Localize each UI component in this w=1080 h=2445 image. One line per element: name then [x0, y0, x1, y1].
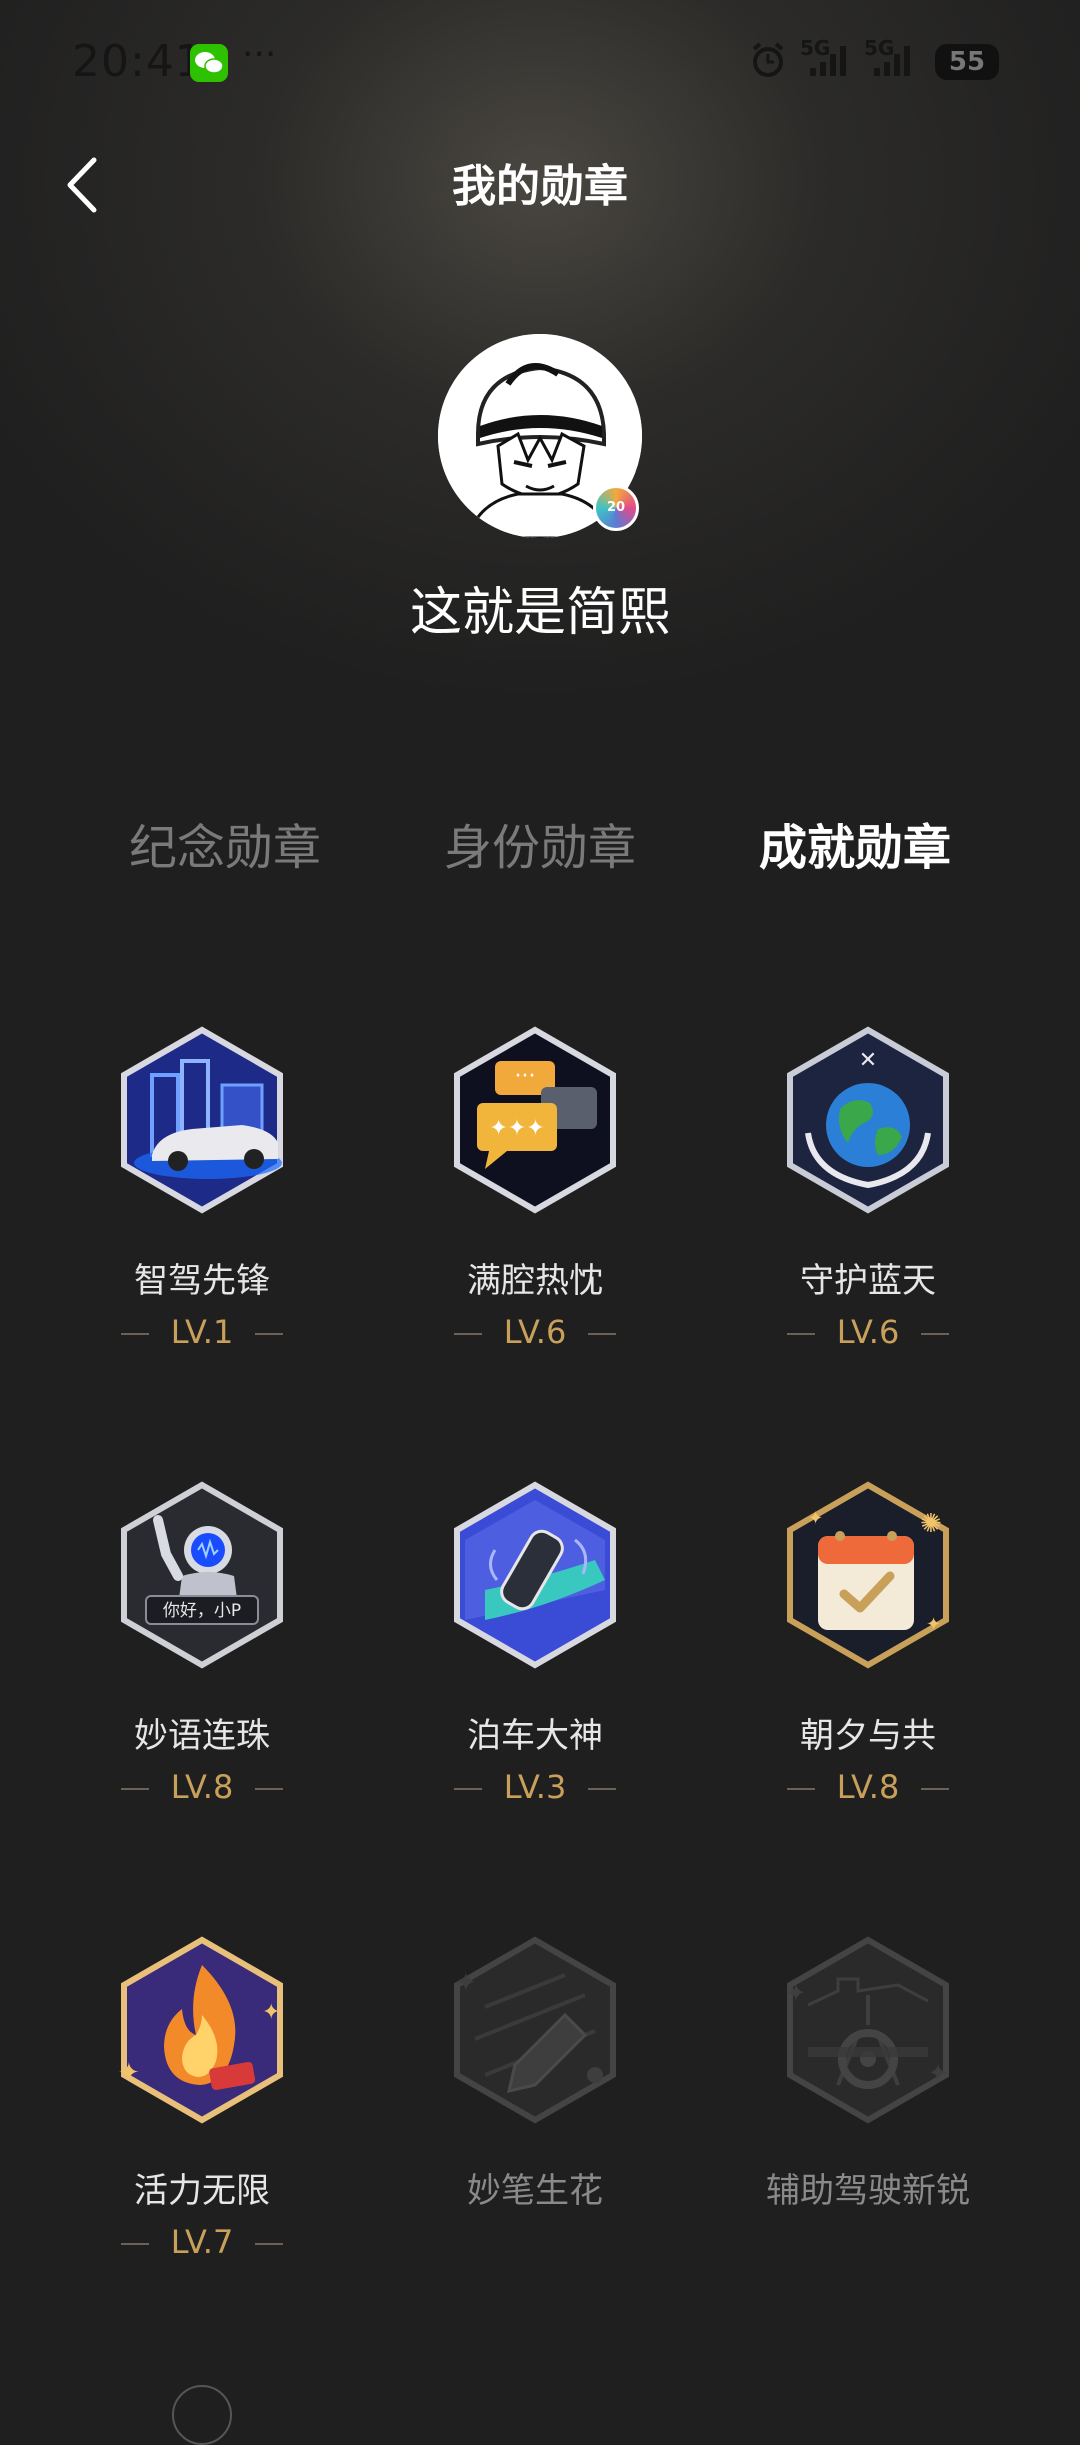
signal-icon-2 — [874, 46, 910, 76]
badge-item[interactable]: 智驾先锋 LV.1 — [37, 1025, 367, 1445]
badge-item[interactable]: ··· ✦✦✦ 满腔热忱 LV.6 — [370, 1025, 700, 1445]
status-time: 20:41 — [72, 36, 204, 87]
badge-item[interactable]: 你好，小P 妙语连珠 LV.8 — [37, 1480, 367, 1900]
status-more-dots: ··· — [242, 34, 277, 75]
battery-icon: 55 — [935, 44, 999, 80]
status-bar: 20:41 ··· 5G 5G 55 — [0, 0, 1080, 125]
svg-text:✦: ✦ — [262, 2000, 280, 2025]
badge-name: 妙语连珠 — [134, 1716, 270, 1756]
smart-driving-car-icon — [121, 1026, 283, 1214]
svg-text:✦: ✦ — [926, 1614, 941, 1635]
tab-commemorative[interactable]: 纪念勋章 — [75, 808, 375, 878]
svg-text:✕: ✕ — [859, 1048, 877, 1073]
svg-text:✦✦✦: ✦✦✦ — [489, 1116, 544, 1141]
badge-name: 智驾先锋 — [134, 1261, 270, 1301]
steering-road-icon: ✦ ✦ — [786, 1936, 949, 2124]
page-title: 我的勋章 — [452, 161, 628, 212]
badge-item[interactable]: ✕ 守护蓝天 LV.6 — [703, 1025, 1033, 1445]
next-row-badge-partial — [172, 2385, 232, 2445]
avatar-anniversary-badge: 20 — [593, 485, 639, 531]
badge-name: 泊车大神 — [467, 1716, 603, 1756]
badge-name: 朝夕与共 — [800, 1716, 936, 1756]
svg-text:✦: ✦ — [808, 1508, 823, 1529]
robot-assistant-icon: 你好，小P — [121, 1481, 283, 1669]
robot-badge-text: 你好，小P — [163, 1601, 241, 1621]
badge-level: LV.3 — [370, 1768, 700, 1806]
earth-hands-icon: ✕ — [787, 1026, 949, 1214]
badge-name: 妙笔生花 — [467, 2171, 603, 2211]
signal-icon — [810, 46, 846, 76]
badge-item-locked[interactable]: ✦ 妙笔生花 — [370, 1935, 700, 2355]
wechat-icon — [190, 44, 228, 82]
badge-level: LV.8 — [37, 1768, 367, 1806]
badge-level: LV.8 — [703, 1768, 1033, 1806]
tab-achievement[interactable]: 成就勋章 — [705, 808, 1005, 878]
tab-identity[interactable]: 身份勋章 — [390, 808, 690, 878]
badge-level: LV.6 — [703, 1313, 1033, 1351]
badge-level: LV.7 — [37, 2223, 367, 2261]
fire-icon: ✦ ✦ — [118, 1936, 283, 2124]
badge-name: 守护蓝天 — [800, 1261, 936, 1301]
badge-level: LV.1 — [37, 1313, 367, 1351]
calendar-check-icon: ✺ ✦ ✦ — [787, 1481, 949, 1669]
parking-car-icon — [454, 1481, 616, 1669]
badge-item-locked[interactable]: ✦ ✦ 辅助驾驶新锐 — [703, 1935, 1033, 2355]
badge-item[interactable]: ✦ ✦ 活力无限 LV.7 — [37, 1935, 367, 2355]
badge-name: 辅助驾驶新锐 — [766, 2171, 970, 2211]
svg-text:✦: ✦ — [455, 1968, 477, 1998]
svg-text:✦: ✦ — [928, 2059, 948, 2087]
badge-name: 活力无限 — [134, 2171, 270, 2211]
svg-text:···: ··· — [515, 1064, 536, 1089]
username: 这就是简熙 — [409, 583, 670, 643]
svg-text:✦: ✦ — [118, 2058, 140, 2088]
alarm-icon — [752, 42, 784, 77]
svg-text:✺: ✺ — [920, 1509, 942, 1539]
badge-item[interactable]: ✺ ✦ ✦ 朝夕与共 LV.8 — [703, 1480, 1033, 1900]
svg-text:✦: ✦ — [786, 1979, 806, 2007]
chat-bubbles-icon: ··· ✦✦✦ — [454, 1026, 616, 1214]
badge-item[interactable]: 泊车大神 LV.3 — [370, 1480, 700, 1900]
pen-icon: ✦ — [454, 1936, 616, 2124]
badge-level: LV.6 — [370, 1313, 700, 1351]
badge-name: 满腔热忱 — [467, 1261, 603, 1301]
